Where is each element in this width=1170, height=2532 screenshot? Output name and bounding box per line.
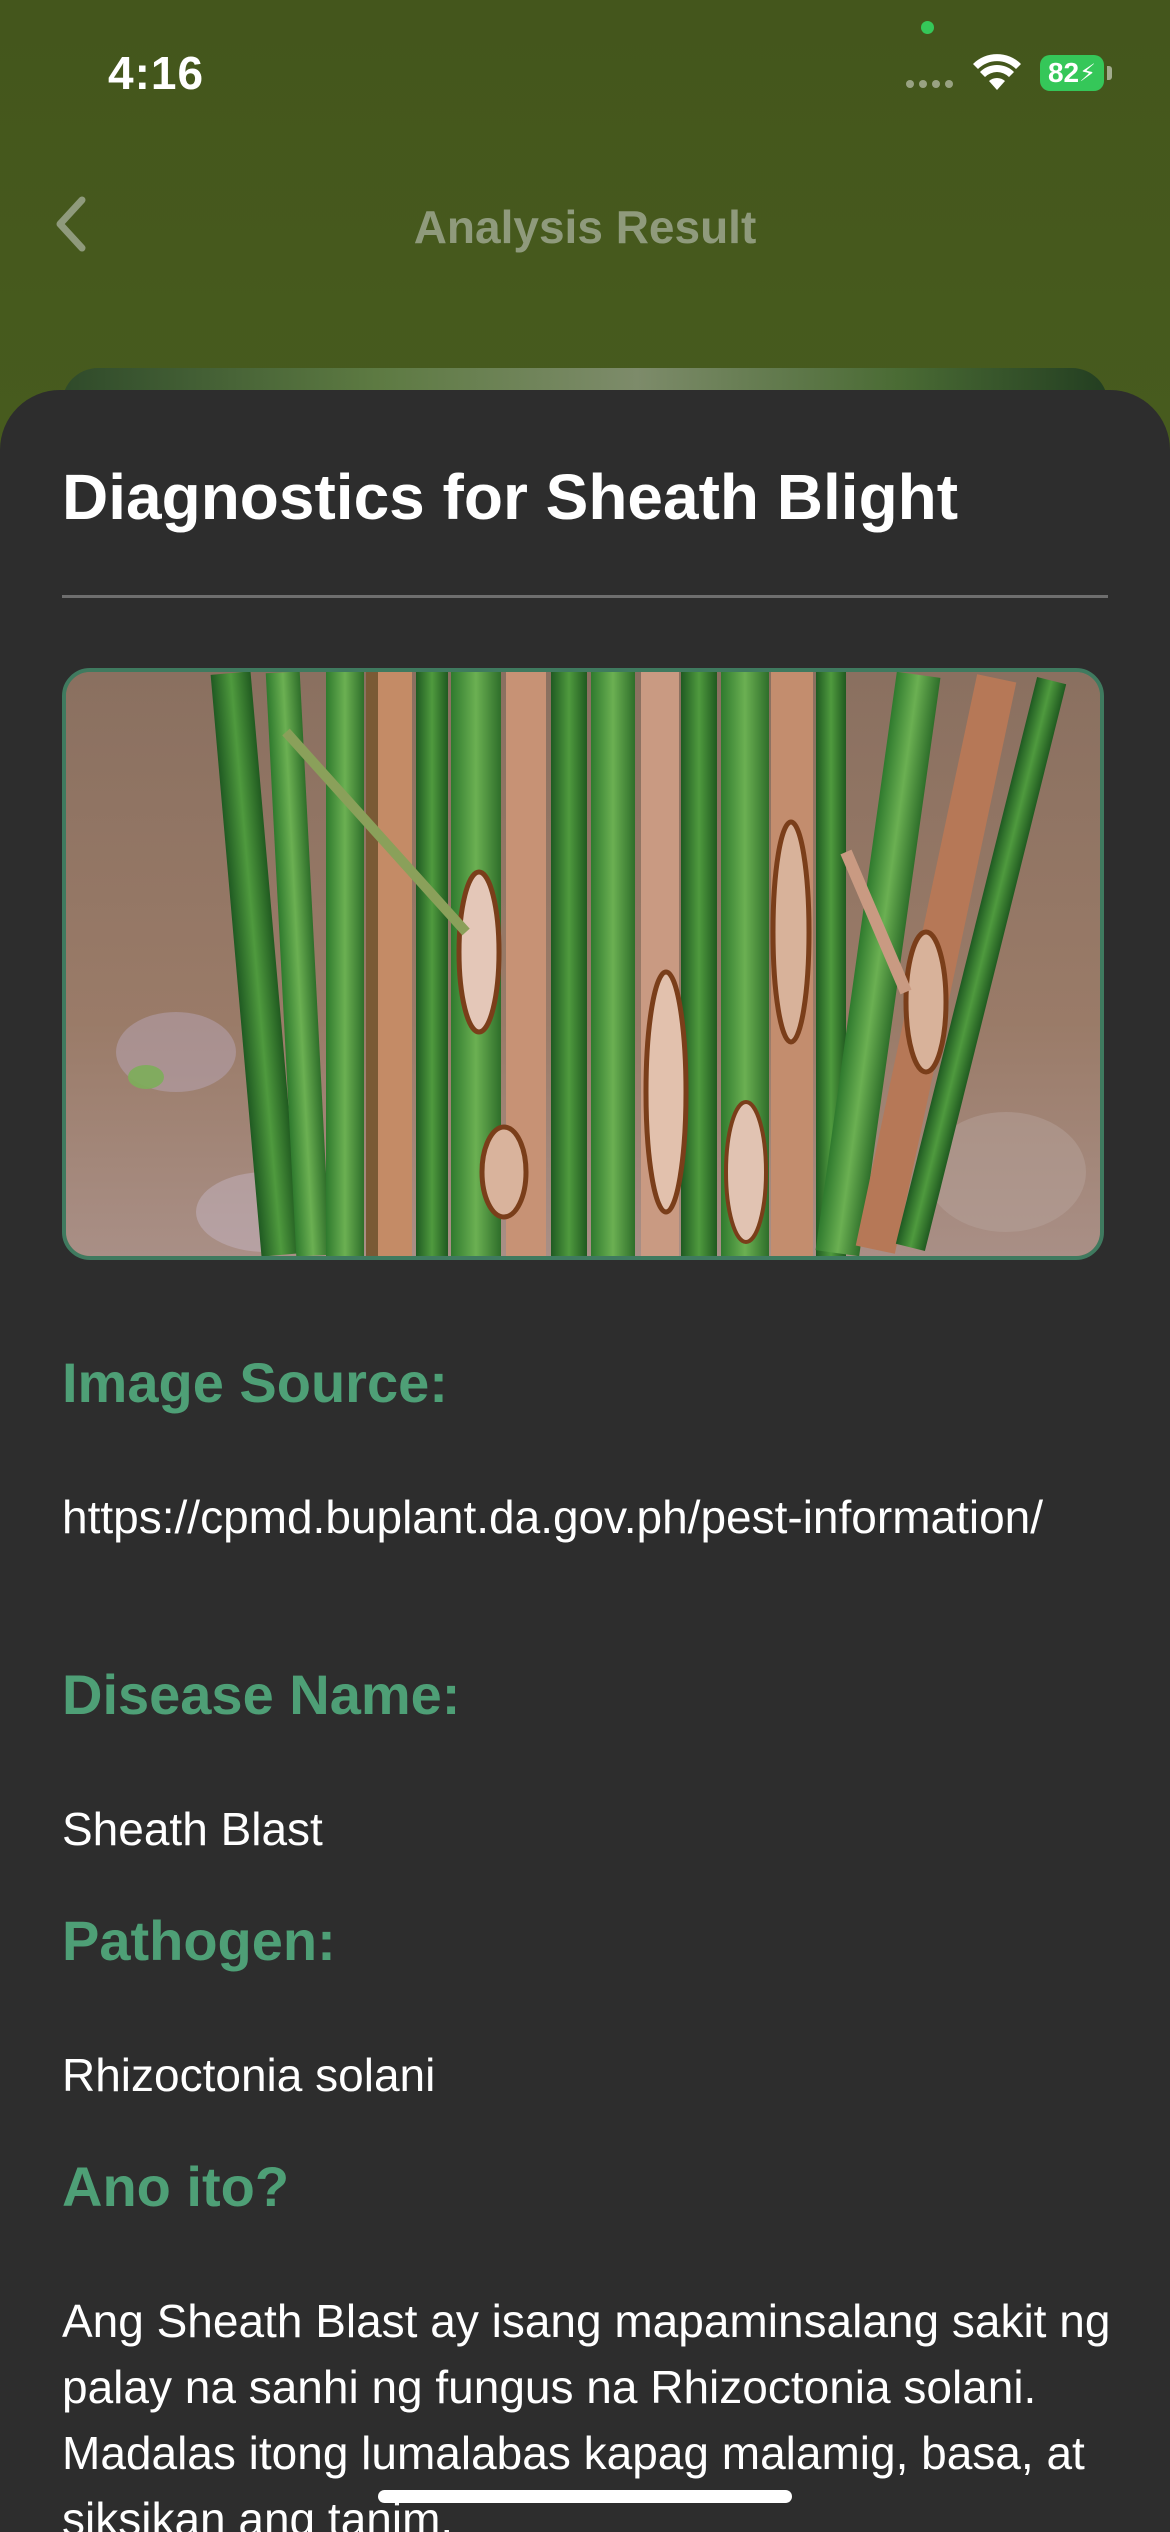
camera-in-use-indicator	[921, 21, 934, 34]
disease-name-heading: Disease Name:	[62, 1663, 461, 1726]
pathogen-heading: Pathogen:	[62, 1909, 336, 1972]
image-source-heading: Image Source:	[62, 1351, 448, 1414]
status-time: 4:16	[108, 47, 205, 99]
diagnostics-sheet[interactable]: Diagnostics for Sheath Blight Image Sour…	[0, 390, 1170, 2532]
status-bar: 4:16 82 ⚡	[0, 0, 1170, 140]
disease-name-value: Sheath Blast	[62, 1803, 323, 1855]
charging-bolt-icon: ⚡	[1079, 59, 1096, 87]
navigation-bar: Analysis Result	[0, 170, 1170, 280]
image-source-link[interactable]: https://cpmd.buplant.da.gov.ph/pest-info…	[62, 1484, 1118, 1550]
battery-icon: 82 ⚡	[1040, 55, 1104, 91]
pathogen-value: Rhizoctonia solani	[62, 2049, 436, 2101]
rice-sheath-image	[66, 672, 1100, 1256]
home-indicator[interactable]	[378, 2490, 792, 2503]
app-screen: 4:16 82 ⚡ Analysis Result Diagnostics for…	[0, 0, 1170, 2532]
what-is-it-heading: Ano ito?	[62, 2155, 290, 2218]
battery-cap	[1107, 66, 1112, 80]
wifi-icon	[973, 54, 1021, 90]
battery-level: 82	[1047, 57, 1080, 88]
divider	[62, 595, 1108, 598]
nav-title: Analysis Result	[413, 201, 757, 253]
sheet-title: Diagnostics for Sheath Blight	[62, 461, 959, 533]
disease-photo	[62, 668, 1104, 1260]
cellular-signal-icon	[906, 80, 953, 88]
